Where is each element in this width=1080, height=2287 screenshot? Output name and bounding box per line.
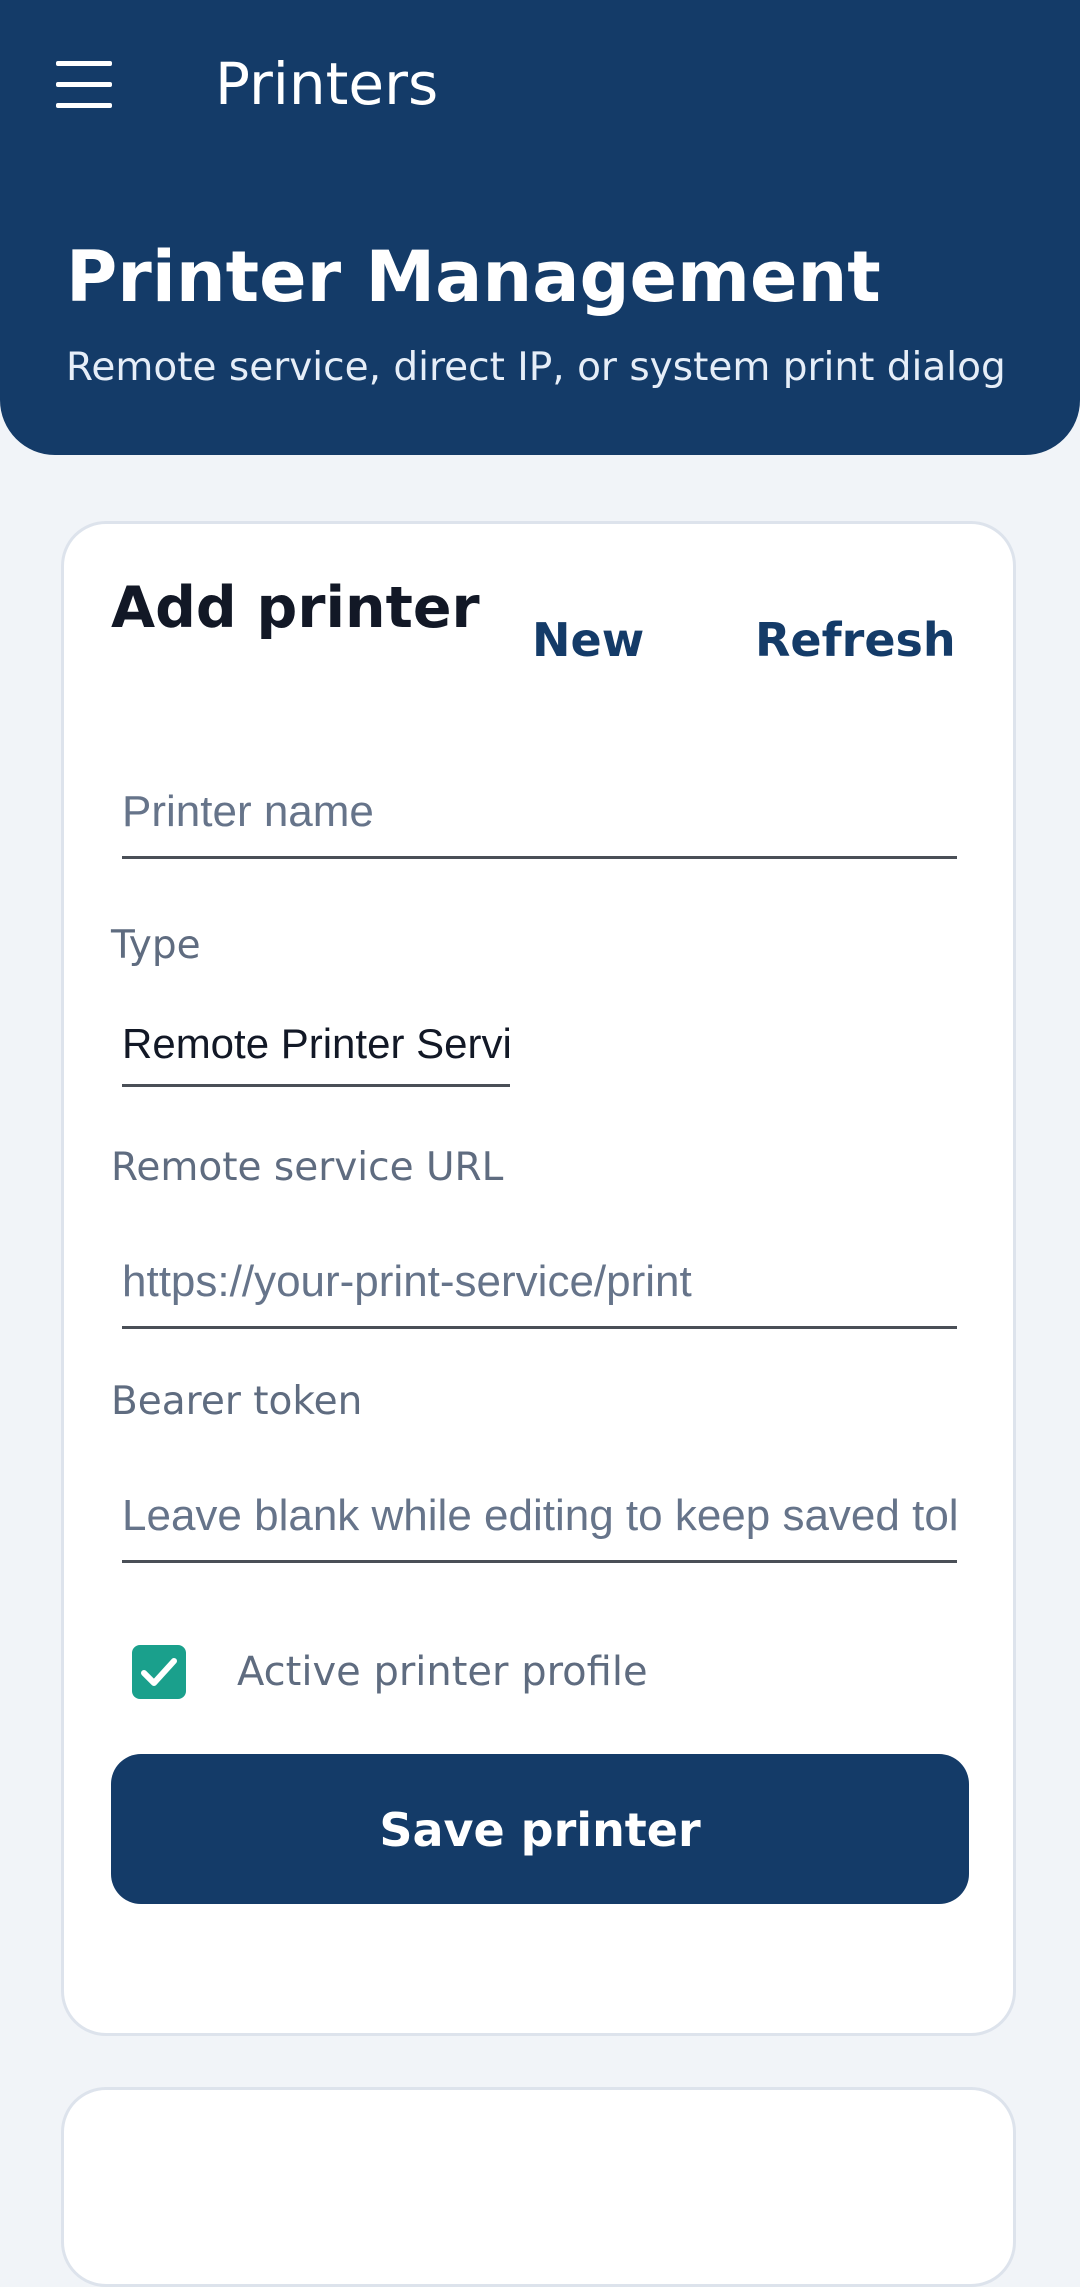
- active-printer-checkbox[interactable]: [132, 1645, 186, 1699]
- bearer-token-input[interactable]: Leave blank while editing to keep saved …: [122, 1486, 957, 1563]
- card-title: Add printer: [111, 575, 480, 641]
- hamburger-menu-icon[interactable]: [40, 45, 128, 125]
- check-icon: [141, 1658, 177, 1686]
- active-printer-label: Active printer profile: [237, 1649, 648, 1695]
- header-banner: Printers Printer Management Remote servi…: [0, 0, 1080, 455]
- second-card: [61, 2087, 1016, 2287]
- type-select[interactable]: Remote Printer Servi: [122, 1014, 510, 1087]
- page-title: Printer Management: [66, 236, 881, 318]
- new-button[interactable]: New: [532, 608, 644, 672]
- bearer-token-label: Bearer token: [111, 1379, 363, 1424]
- refresh-button[interactable]: Refresh: [755, 608, 956, 672]
- add-printer-card: Add printer New Refresh Printer name Typ…: [61, 521, 1016, 2036]
- printer-name-input[interactable]: Printer name: [122, 782, 957, 859]
- remote-url-input[interactable]: https://your-print-service/print: [122, 1252, 957, 1329]
- save-printer-button[interactable]: Save printer: [111, 1754, 969, 1904]
- remote-url-label: Remote service URL: [111, 1145, 504, 1190]
- type-label: Type: [111, 923, 201, 968]
- app-bar-title: Printers: [215, 50, 439, 118]
- page-subtitle: Remote service, direct IP, or system pri…: [66, 345, 1006, 390]
